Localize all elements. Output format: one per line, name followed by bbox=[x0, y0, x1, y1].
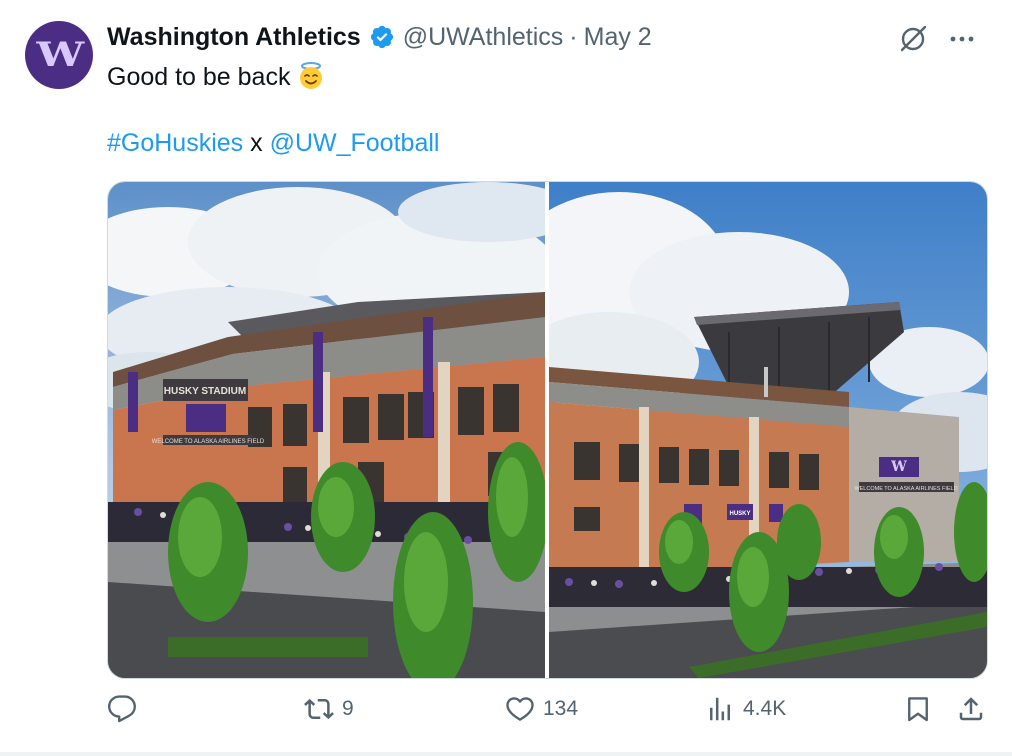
media-grid: HUSKY STADIUM WELCOME TO ALASKA AIRLINES… bbox=[107, 181, 988, 679]
bookmark-button[interactable] bbox=[903, 694, 933, 724]
post-header: Washington Athletics @UWAthletics · May … bbox=[107, 22, 652, 52]
heart-icon bbox=[506, 697, 534, 721]
hashtag-link[interactable]: #GoHuskies bbox=[107, 129, 243, 157]
views-count: 4.4K bbox=[743, 697, 787, 720]
halo-smile-emoji-icon bbox=[300, 62, 323, 89]
author-name[interactable]: Washington Athletics bbox=[107, 23, 361, 52]
views-button[interactable]: 4.4K bbox=[705, 694, 786, 724]
more-options-icon[interactable] bbox=[948, 25, 976, 53]
like-button[interactable]: 134 bbox=[505, 694, 578, 724]
post-text: Good to be back bbox=[107, 63, 291, 91]
share-button[interactable] bbox=[956, 694, 986, 724]
welcome-band-left: WELCOME TO ALASKA AIRLINES FIELD bbox=[152, 439, 265, 445]
stadium-sign-text: HUSKY STADIUM bbox=[164, 386, 246, 397]
avatar[interactable]: W bbox=[25, 21, 93, 89]
post-text-line2: #GoHuskies x @UW_Football bbox=[107, 129, 439, 158]
share-icon bbox=[959, 697, 983, 721]
analytics-icon bbox=[710, 697, 730, 721]
verified-badge-icon[interactable] bbox=[369, 24, 395, 50]
stadium-photo-left[interactable]: HUSKY STADIUM WELCOME TO ALASKA AIRLINES… bbox=[108, 182, 545, 678]
husky-sign-text: HUSKY bbox=[729, 511, 750, 517]
reply-button[interactable] bbox=[107, 694, 145, 724]
repost-icon bbox=[304, 698, 334, 720]
bookmark-icon bbox=[908, 697, 928, 722]
post-text-line1: Good to be back bbox=[107, 61, 326, 92]
author-handle[interactable]: @UWAthletics bbox=[403, 23, 564, 52]
avatar-letter: W bbox=[36, 35, 84, 75]
mention-link[interactable]: @UW_Football bbox=[270, 129, 440, 157]
svg-text:W: W bbox=[890, 459, 907, 475]
connector-text: x bbox=[243, 129, 270, 157]
repost-button[interactable]: 9 bbox=[304, 694, 354, 724]
like-count: 134 bbox=[543, 697, 579, 720]
welcome-band-right: WELCOME TO ALASKA AIRLINES FIELD bbox=[854, 486, 957, 492]
grok-icon[interactable] bbox=[898, 24, 928, 54]
reply-icon bbox=[108, 695, 136, 723]
repost-count: 9 bbox=[342, 697, 354, 720]
action-bar: 9 134 4.4K bbox=[0, 694, 1012, 738]
bottom-divider bbox=[0, 752, 1012, 756]
header-actions bbox=[898, 24, 976, 54]
separator-dot: · bbox=[569, 22, 578, 51]
post-date[interactable]: May 2 bbox=[584, 23, 652, 52]
stadium-photo-right[interactable]: W WELCOME TO ALASKA AIRLINES FIELD HUSKY bbox=[549, 182, 987, 678]
